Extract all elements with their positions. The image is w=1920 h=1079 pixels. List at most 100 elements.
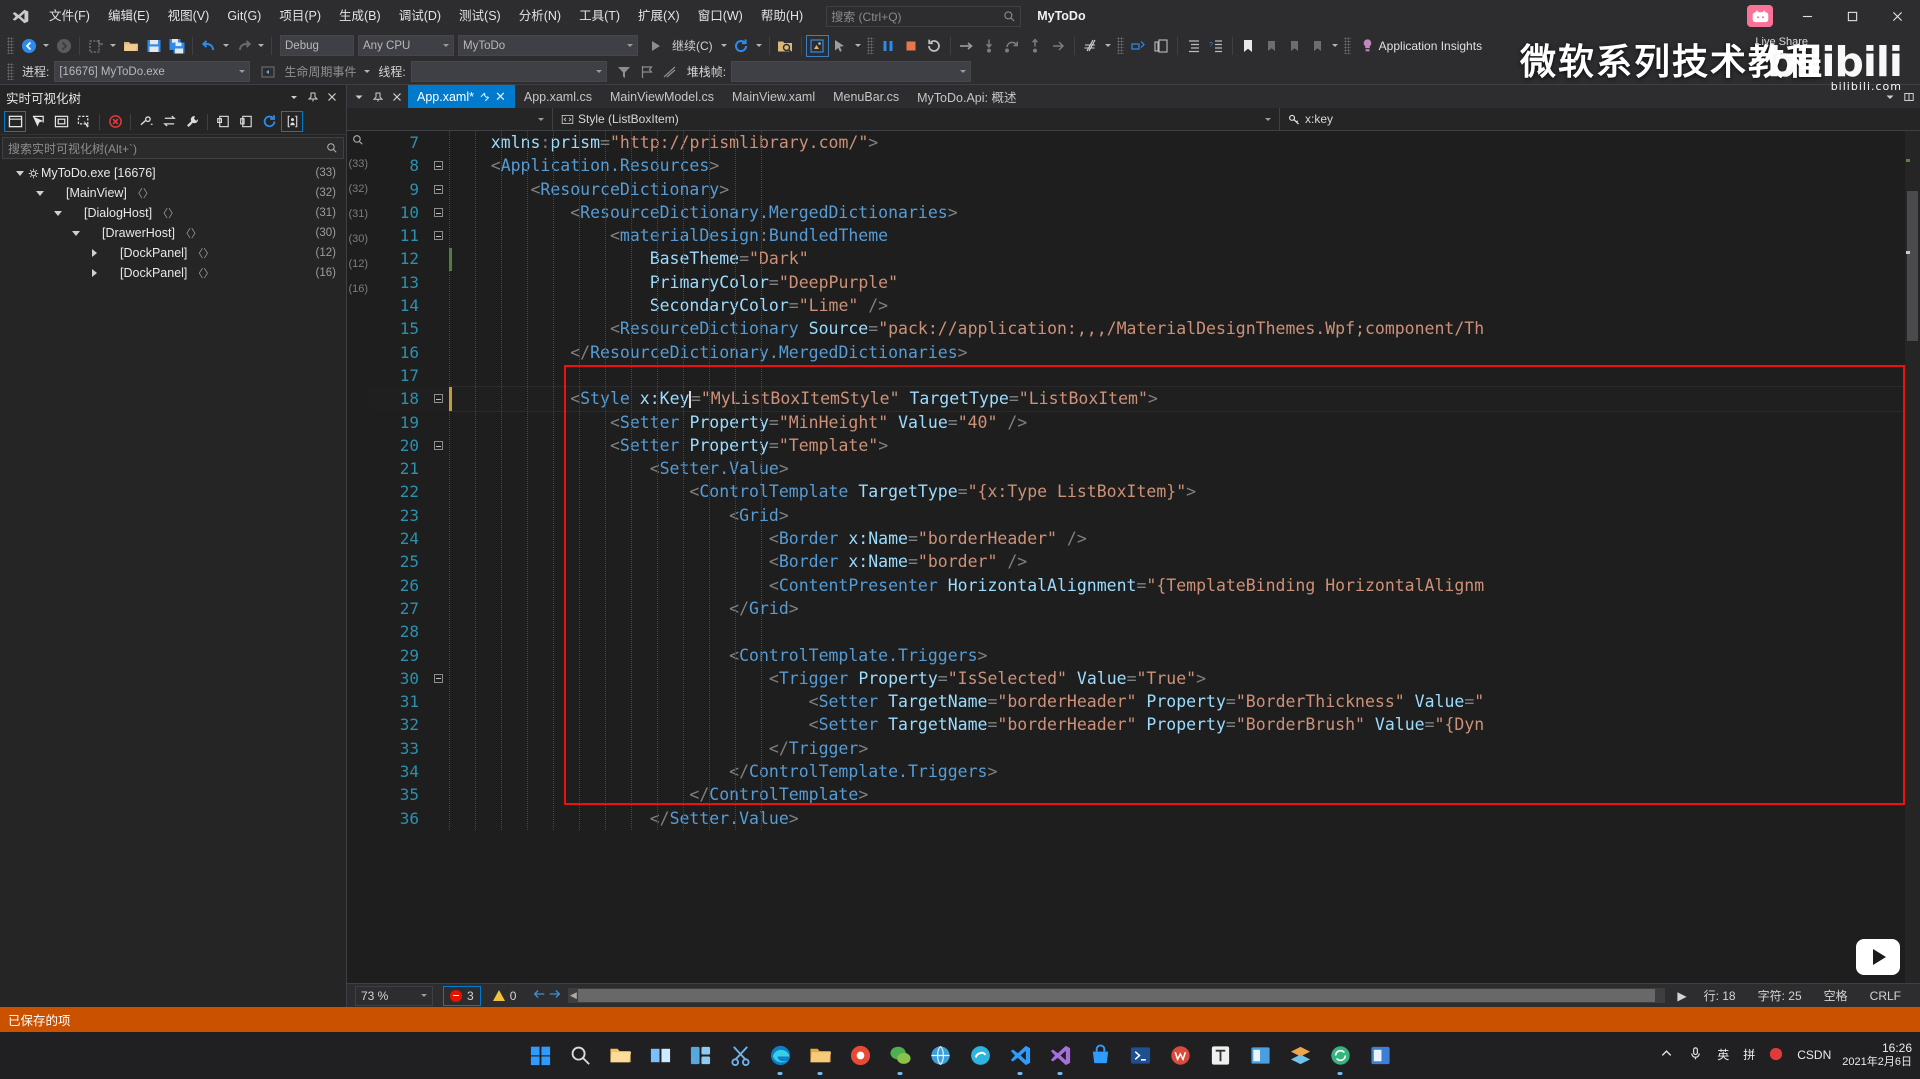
code-line[interactable]: 25 <Border x:Name="border" />	[369, 550, 1920, 573]
quick-launch-search[interactable]: 搜索 (Ctrl+Q)	[826, 5, 1022, 27]
search-in-live-tree-button[interactable]	[774, 35, 797, 57]
toolbar-grip[interactable]	[7, 63, 14, 80]
more-debug-button[interactable]	[1047, 35, 1070, 57]
code-text[interactable]: <Border x:Name="borderHeader" />	[449, 527, 1920, 550]
select-element-in-app-icon[interactable]	[4, 111, 26, 132]
tree-node-drawerhost[interactable]: [DrawerHost] 〈〉 (30)	[0, 223, 346, 243]
chevron-up-icon[interactable]	[1656, 1046, 1677, 1065]
tree-node-dialoghost[interactable]: [DialogHost] 〈〉 (31)	[0, 203, 346, 223]
bookmarks-dropdown[interactable]	[1329, 35, 1341, 57]
toolbar-grip[interactable]	[7, 37, 14, 54]
open-file-button[interactable]	[119, 35, 142, 57]
expander-icon[interactable]	[88, 249, 100, 257]
tab-mainviewmodel-cs[interactable]: MainViewModel.cs	[601, 85, 723, 108]
file-explorer-icon[interactable]	[606, 1042, 634, 1070]
lifecycle-dropdown[interactable]	[361, 61, 373, 83]
code-line[interactable]: 34 </ControlTemplate.Triggers>	[369, 760, 1920, 783]
save-file-button[interactable]	[142, 35, 165, 57]
code-line[interactable]: 14 SecondaryColor="Lime" />	[369, 294, 1920, 317]
maximize-button[interactable]	[1830, 0, 1875, 32]
typora-icon[interactable]	[1206, 1042, 1234, 1070]
code-line[interactable]: 33 </Trigger>	[369, 737, 1920, 760]
blue-app-icon[interactable]	[1366, 1042, 1394, 1070]
undo-button[interactable]	[197, 35, 220, 57]
redo-dropdown[interactable]	[255, 35, 267, 57]
code-text[interactable]: <ControlTemplate TargetType="{x:Type Lis…	[449, 480, 1920, 503]
menu-project[interactable]: 项目(P)	[270, 0, 330, 32]
microphone-icon[interactable]	[1685, 1046, 1706, 1065]
panel-close-button[interactable]	[324, 89, 340, 105]
code-text[interactable]: <ControlTemplate.Triggers>	[449, 644, 1920, 667]
show-next-statement-button[interactable]	[955, 35, 978, 57]
code-line[interactable]: 23 <Grid>	[369, 504, 1920, 527]
powershell-icon[interactable]	[1126, 1042, 1154, 1070]
fold-toggle-icon[interactable]	[427, 161, 449, 171]
tab-mainview-xaml[interactable]: MainView.xaml	[723, 85, 824, 108]
menu-file[interactable]: 文件(F)	[40, 0, 99, 32]
tab-app-xaml-cs[interactable]: App.xaml.cs	[515, 85, 601, 108]
play-button-overlay[interactable]	[1856, 939, 1900, 975]
sync-app-icon[interactable]	[1326, 1042, 1354, 1075]
undo-dropdown[interactable]	[220, 35, 232, 57]
previous-bookmark-button[interactable]	[1260, 35, 1283, 57]
code-text[interactable]: <ResourceDictionary Source="pack://appli…	[449, 317, 1920, 340]
menu-view[interactable]: 视图(V)	[159, 0, 219, 32]
code-text[interactable]: </Trigger>	[449, 737, 1920, 760]
menu-window[interactable]: 窗口(W)	[689, 0, 752, 32]
configuration-combo[interactable]: Debug	[280, 35, 354, 56]
flag-thread-button[interactable]	[636, 61, 659, 83]
store-icon[interactable]	[1086, 1042, 1114, 1070]
code-text[interactable]: BaseTheme="Dark"	[449, 247, 1920, 270]
breadcrumb-type-segment[interactable]: Style (ListBoxItem)	[553, 108, 1257, 131]
minimize-button[interactable]	[1785, 0, 1830, 32]
code-line[interactable]: 32 <Setter TargetName="borderHeader" Pro…	[369, 713, 1920, 736]
code-line[interactable]: 8 <Application.Resources>	[369, 154, 1920, 177]
code-line[interactable]: 29 <ControlTemplate.Triggers>	[369, 644, 1920, 667]
live-visual-tree-toggle[interactable]	[805, 34, 829, 57]
code-text[interactable]: <Application.Resources>	[449, 154, 1920, 177]
tab-overflow-icon[interactable]	[1883, 89, 1896, 105]
pointer-select-icon[interactable]	[27, 111, 49, 132]
csdn-tray-icon[interactable]	[1766, 1047, 1786, 1065]
code-line[interactable]: 19 <Setter Property="MinHeight" Value="4…	[369, 411, 1920, 434]
code-text[interactable]: <Setter.Value>	[449, 457, 1920, 480]
panel-pin-button[interactable]	[305, 89, 321, 105]
preview-selection-icon[interactable]	[73, 111, 95, 132]
close-button[interactable]	[1875, 0, 1920, 32]
code-line[interactable]: 26 <ContentPresenter HorizontalAlignment…	[369, 574, 1920, 597]
search-icon[interactable]	[352, 134, 364, 146]
horizontal-scrollbar[interactable]: ◀	[568, 988, 1666, 1003]
tree-node-dockpanel-1[interactable]: [DockPanel] 〈〉 (12)	[0, 243, 346, 263]
xaml-source-icon[interactable]: 〈〉	[132, 185, 154, 201]
live-visual-dropdown[interactable]	[852, 35, 864, 57]
code-text[interactable]: <Setter TargetName="borderHeader" Proper…	[449, 690, 1920, 713]
menu-extensions[interactable]: 扩展(X)	[629, 0, 689, 32]
code-line[interactable]: 30 <Trigger Property="IsSelected" Value=…	[369, 667, 1920, 690]
stack-app-icon[interactable]	[1286, 1042, 1314, 1070]
search-icon[interactable]	[566, 1042, 594, 1070]
wps-writer-icon[interactable]	[1166, 1042, 1194, 1070]
code-text[interactable]: xmlns:prism="http://prismlibrary.com/">	[449, 131, 1920, 154]
tree-node-process[interactable]: MyToDo.exe [16676] (33)	[0, 163, 346, 183]
expander-icon[interactable]	[34, 190, 46, 196]
menu-edit[interactable]: 编辑(E)	[99, 0, 159, 32]
code-line[interactable]: 11 <materialDesign:BundledTheme	[369, 224, 1920, 247]
stackframe-combo[interactable]	[731, 61, 972, 82]
start-windows-icon[interactable]	[526, 1042, 554, 1070]
code-line[interactable]: 28	[369, 620, 1920, 643]
next-error-button[interactable]	[548, 987, 562, 1004]
code-text[interactable]: <ContentPresenter HorizontalAlignment="{…	[449, 574, 1920, 597]
code-line[interactable]: 20 <Setter Property="Template">	[369, 434, 1920, 457]
diagnostics-dropdown[interactable]	[1102, 35, 1114, 57]
track-focused-element-icon[interactable]	[104, 111, 126, 132]
code-line[interactable]: 17	[369, 364, 1920, 387]
code-text[interactable]: </ControlTemplate>	[449, 783, 1920, 806]
wechat-icon[interactable]	[886, 1042, 914, 1075]
code-line[interactable]: 27 </Grid>	[369, 597, 1920, 620]
code-line[interactable]: 22 <ControlTemplate TargetType="{x:Type …	[369, 480, 1920, 503]
decrease-indent-button[interactable]: ?	[1205, 35, 1228, 57]
fold-toggle-icon[interactable]	[427, 231, 449, 241]
window-app-icon[interactable]	[1246, 1042, 1274, 1070]
code-text[interactable]: <Grid>	[449, 504, 1920, 527]
previous-error-button[interactable]	[532, 987, 546, 1004]
